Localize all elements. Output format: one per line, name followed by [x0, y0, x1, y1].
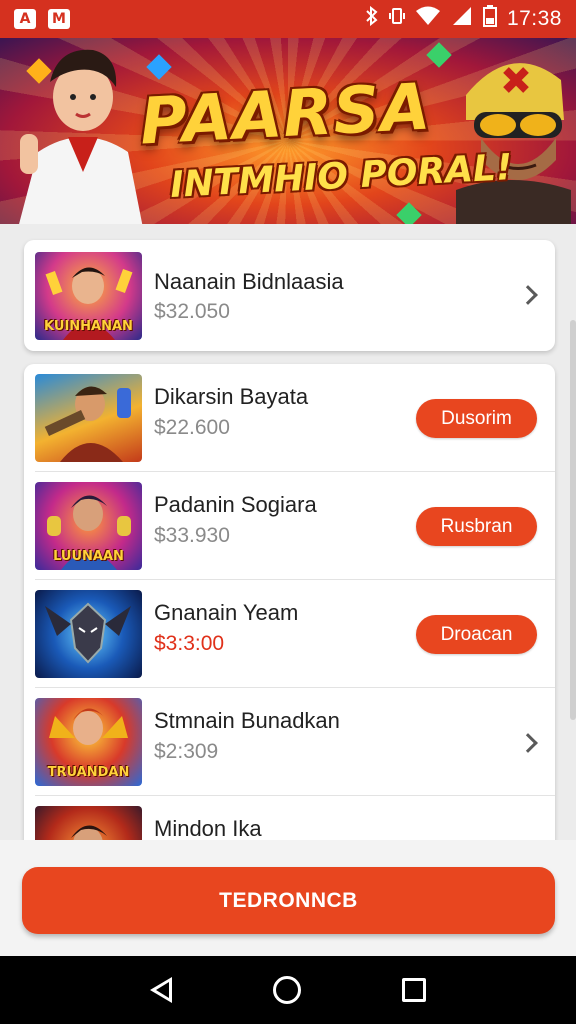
thumbnail-label: KUINHANAN: [44, 319, 133, 334]
featured-card[interactable]: KUINHANAN Naanain Bidnlaasia $32.050: [24, 240, 555, 351]
recent-apps-icon[interactable]: [401, 978, 426, 1002]
game-name: Padanin Sogiara: [154, 492, 317, 517]
android-app-icon: A: [14, 9, 36, 29]
chevron-right-icon[interactable]: [518, 285, 538, 305]
system-nav-bar: [0, 956, 576, 1024]
home-icon[interactable]: [272, 976, 301, 1004]
battery-icon: [482, 5, 497, 33]
game-thumbnail: TRUANDAN: [35, 698, 142, 786]
game-name: Naanain Bidnlaasia: [154, 269, 344, 294]
thumbnail-label: LUUNAAN: [53, 549, 124, 564]
wifi-icon: [415, 6, 441, 32]
banner-character-pilot: [446, 40, 576, 224]
status-bar: A M 17:38: [0, 0, 576, 38]
chevron-right-icon[interactable]: [518, 733, 538, 753]
item-action-button[interactable]: Dusorim: [416, 399, 537, 438]
gmail-icon: M: [48, 9, 70, 29]
bluetooth-icon: [365, 5, 379, 32]
game-list: Dikarsin Bayata $22.600 Dusorim LUUNAAN …: [24, 364, 555, 854]
game-price: $22.600: [154, 416, 230, 439]
primary-cta-button[interactable]: TEDRONNCB: [22, 867, 555, 934]
item-action-button[interactable]: Rusbran: [416, 507, 537, 546]
game-name: Gnanain Yeam: [154, 600, 299, 625]
list-item[interactable]: LUUNAAN Padanin Sogiara $33.930 Rusbran: [24, 472, 555, 580]
featured-row[interactable]: KUINHANAN Naanain Bidnlaasia $32.050: [24, 242, 555, 350]
game-thumbnail: KUINHANAN: [35, 252, 142, 340]
game-name: Dikarsin Bayata: [154, 384, 309, 409]
game-price: $33.930: [154, 524, 230, 547]
game-price: $2:309: [154, 740, 219, 763]
item-action-button[interactable]: Droacan: [416, 615, 537, 654]
list-item[interactable]: Dikarsin Bayata $22.600 Dusorim: [24, 364, 555, 472]
signal-icon: [451, 6, 473, 32]
game-name: Mindon Ika: [154, 816, 262, 841]
game-thumbnail: [35, 590, 142, 678]
game-name: Stmnain Bunadkan: [154, 708, 340, 733]
clock: 17:38: [506, 7, 562, 30]
banner-title: PAARSA: [138, 70, 433, 160]
list-item[interactable]: Gnanain Yeam $3:3:00 Droacan: [24, 580, 555, 688]
game-thumbnail: [35, 374, 142, 462]
vibrate-icon: [388, 6, 405, 32]
game-thumbnail: LUUNAAN: [35, 482, 142, 570]
scrollbar[interactable]: [570, 320, 576, 720]
banner-character-woman: [8, 42, 148, 224]
promo-banner[interactable]: PAARSA INTMHIO PORAL!: [0, 38, 576, 224]
game-price: $3:3:00: [154, 632, 225, 655]
back-icon[interactable]: [150, 977, 173, 1003]
list-item[interactable]: TRUANDAN Stmnain Bunadkan $2:309: [24, 688, 555, 796]
game-price: $32.050: [154, 300, 230, 323]
thumbnail-label: TRUANDAN: [47, 765, 130, 780]
